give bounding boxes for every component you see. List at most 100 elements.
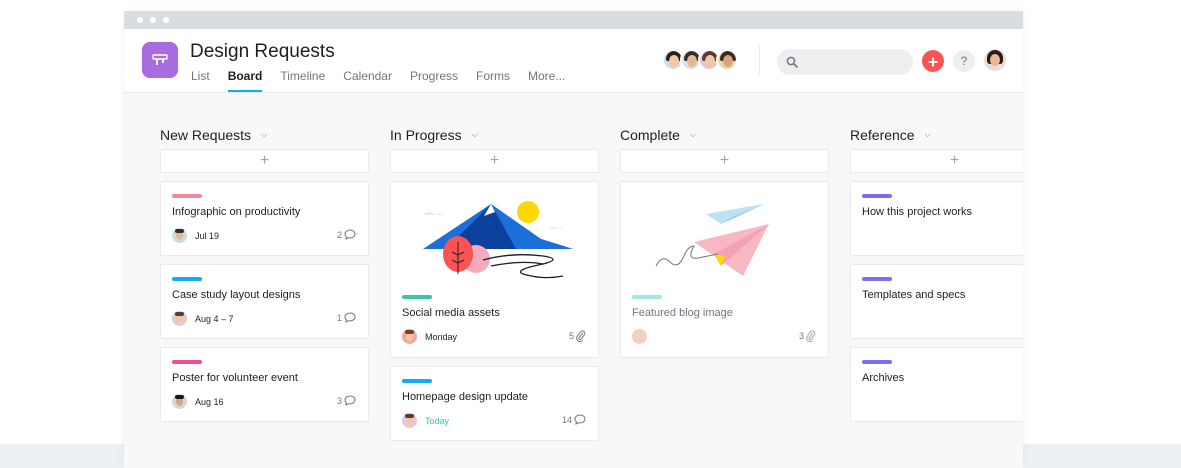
- card-meta: Today: [402, 413, 449, 428]
- comment-icon: [344, 229, 356, 240]
- view-tabs: List Board Timeline Calendar Progress Fo…: [191, 69, 583, 92]
- card-meta: Monday: [402, 329, 457, 344]
- comment-count: 2: [337, 229, 356, 240]
- card-tag: [402, 295, 432, 299]
- comment-count-value: 14: [561, 414, 572, 425]
- attachment-count: 3: [799, 330, 816, 342]
- due-date: Jul 19: [195, 230, 220, 241]
- task-card[interactable]: Infographic on productivity Jul 19 2: [160, 181, 369, 256]
- avatar-face: [990, 54, 1000, 66]
- board-icon: [152, 54, 168, 65]
- task-card[interactable]: Case study layout designs Aug 4 – 7 1: [160, 264, 369, 339]
- tab-timeline[interactable]: Timeline: [280, 69, 325, 92]
- attachment-count-value: 5: [568, 331, 574, 341]
- assignee-avatar[interactable]: [402, 413, 417, 428]
- assignee-avatar[interactable]: [632, 329, 647, 344]
- comment-icon: [344, 312, 356, 323]
- comment-icon: [344, 395, 356, 406]
- app-window: Design Requests List Board Timeline Cale…: [124, 11, 1023, 468]
- comment-count: 1: [337, 312, 356, 323]
- column-header[interactable]: Complete ⌵: [620, 125, 829, 145]
- card-title: Case study layout designs: [172, 289, 301, 301]
- chevron-down-icon[interactable]: ⌵: [472, 130, 478, 140]
- tab-list[interactable]: List: [191, 69, 210, 92]
- chevron-down-icon[interactable]: ⌵: [690, 130, 696, 140]
- attachment-count-value: 3: [798, 331, 804, 341]
- due-date: Aug 16: [195, 396, 224, 407]
- column-title: Complete: [620, 127, 680, 143]
- assignee-avatar[interactable]: [172, 311, 187, 326]
- card-meta: Aug 16: [172, 394, 224, 409]
- assignee-avatar[interactable]: [172, 394, 187, 409]
- task-card[interactable]: How this project works: [850, 181, 1023, 256]
- card-title: Templates and specs: [862, 289, 966, 301]
- window-titlebar: [124, 11, 1023, 29]
- attachment-icon: [806, 330, 816, 342]
- assignee-avatar[interactable]: [172, 228, 187, 243]
- column-header[interactable]: New Requests ⌵: [160, 125, 369, 145]
- window-dot[interactable]: [137, 17, 143, 23]
- plus-icon: [928, 57, 938, 67]
- user-avatar[interactable]: [984, 49, 1006, 71]
- card-title: Featured blog image: [632, 307, 733, 319]
- task-card[interactable]: Archives: [850, 347, 1023, 422]
- tab-progress[interactable]: Progress: [410, 69, 458, 92]
- column-title: New Requests: [160, 127, 252, 143]
- task-card[interactable]: Homepage design update Today 14: [390, 366, 599, 441]
- card-title: Infographic on productivity: [172, 206, 301, 218]
- mountain-illustration: [423, 201, 573, 279]
- due-date: Aug 4 – 7: [195, 313, 234, 324]
- card-tag: [172, 277, 202, 281]
- card-tag: [862, 277, 892, 281]
- window-dot[interactable]: [150, 17, 156, 23]
- card-title: Poster for volunteer event: [172, 372, 298, 384]
- card-title: How this project works: [862, 206, 973, 218]
- column-header[interactable]: In Progress ⌵: [390, 125, 599, 145]
- comment-count-value: 3: [336, 395, 342, 406]
- project-icon[interactable]: [142, 42, 178, 78]
- help-button[interactable]: ?: [953, 50, 975, 72]
- task-card[interactable]: Poster for volunteer event Aug 16 3: [160, 347, 369, 422]
- task-card[interactable]: Social media assets Monday 5: [390, 181, 599, 358]
- card-title: Social media assets: [402, 307, 500, 319]
- tab-calendar[interactable]: Calendar: [343, 69, 392, 92]
- project-title: Design Requests: [190, 41, 335, 62]
- window-dot[interactable]: [163, 17, 169, 23]
- card-title: Homepage design update: [402, 391, 528, 403]
- project-header: Design Requests List Board Timeline Cale…: [124, 29, 1023, 93]
- card-tag: [632, 295, 662, 299]
- assignee-avatar[interactable]: [402, 329, 417, 344]
- card-meta: [632, 329, 655, 344]
- comment-count: 14: [562, 414, 586, 425]
- comment-count-value: 1: [336, 312, 342, 323]
- tab-board[interactable]: Board: [227, 69, 263, 92]
- search-icon: [786, 56, 798, 68]
- add-card-button[interactable]: +: [160, 149, 369, 173]
- column-title: Reference: [850, 127, 915, 143]
- task-card[interactable]: Featured blog image 3: [620, 181, 829, 358]
- card-meta: Jul 19: [172, 228, 219, 243]
- tab-forms[interactable]: Forms: [476, 69, 510, 92]
- column-reference: Reference ⌵ + How this project works Temp…: [850, 125, 1023, 422]
- add-card-button[interactable]: +: [390, 149, 599, 173]
- project-members[interactable]: [662, 49, 738, 71]
- due-date: Today: [425, 415, 450, 426]
- task-card[interactable]: Templates and specs: [850, 264, 1023, 339]
- column-in-progress: In Progress ⌵ + Social media assets Mond…: [390, 125, 599, 441]
- header-divider: [759, 45, 760, 75]
- search-input[interactable]: [777, 49, 913, 75]
- add-card-button[interactable]: +: [850, 149, 1023, 173]
- card-tag: [172, 360, 202, 364]
- card-tag: [402, 379, 432, 383]
- column-header[interactable]: Reference ⌵: [850, 125, 1023, 145]
- quick-add-button[interactable]: [922, 50, 944, 72]
- add-card-button[interactable]: +: [620, 149, 829, 173]
- chevron-down-icon[interactable]: ⌵: [261, 130, 267, 140]
- chevron-down-icon[interactable]: ⌵: [925, 130, 931, 140]
- column-new-requests: New Requests ⌵ + Infographic on productiv…: [160, 125, 369, 422]
- tab-more[interactable]: More...: [528, 69, 565, 92]
- card-meta: Aug 4 – 7: [172, 311, 234, 326]
- card-tag: [862, 360, 892, 364]
- member-avatar[interactable]: [716, 49, 738, 71]
- card-title: Archives: [862, 372, 905, 384]
